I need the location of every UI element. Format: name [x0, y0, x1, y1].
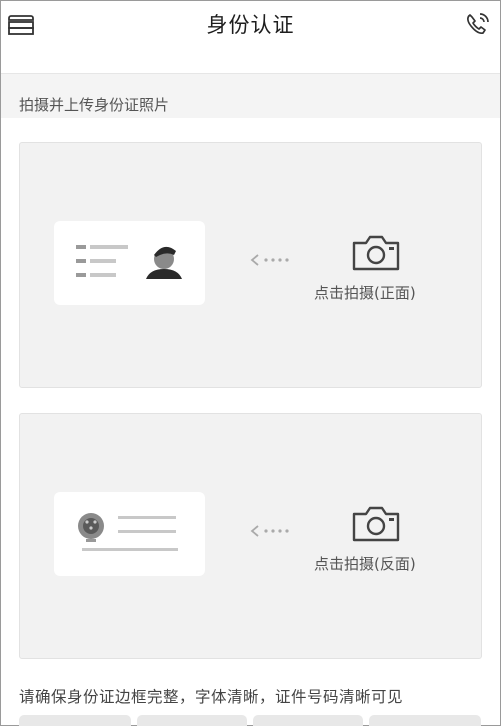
example-thumbnail	[369, 715, 481, 726]
capture-front-card[interactable]: 点击拍摄(正面)	[19, 142, 482, 388]
capture-front-label[interactable]: 点击拍摄(正面)	[314, 282, 454, 303]
example-thumbnail	[19, 715, 131, 726]
dotted-arrow-left-icon	[250, 522, 296, 540]
capture-back-card[interactable]: 点击拍摄(反面)	[19, 413, 482, 659]
example-thumbnails	[19, 715, 500, 726]
capture-back-label[interactable]: 点击拍摄(反面)	[314, 553, 454, 574]
dotted-arrow-left-icon	[250, 251, 296, 269]
example-thumbnail	[253, 715, 363, 726]
requirement-hint: 请确保身份证边框完整，字体清晰，证件号码清晰可见	[19, 688, 404, 706]
app-header: 身份认证	[1, 1, 500, 47]
phone-support-icon[interactable]	[464, 10, 492, 38]
example-thumbnail	[137, 715, 247, 726]
page-title: 身份认证	[206, 13, 295, 37]
section-label: 拍摄并上传身份证照片	[19, 96, 170, 114]
id-card-emblem-icon	[54, 492, 205, 576]
camera-icon[interactable]	[350, 502, 402, 544]
section-header: 拍摄并上传身份证照片	[1, 74, 500, 118]
camera-icon[interactable]	[350, 231, 402, 273]
id-card-portrait-icon	[54, 221, 205, 305]
